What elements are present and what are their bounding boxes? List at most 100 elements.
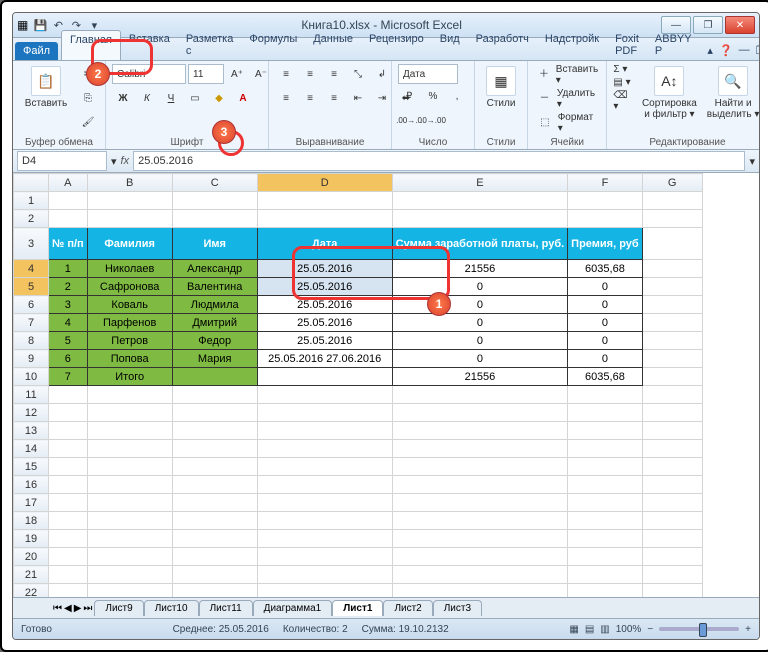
tab-формулы[interactable]: Формулы	[241, 30, 305, 60]
cell[interactable]: Сумма заработной платы, руб.	[392, 228, 568, 260]
increase-decimal-button[interactable]: .00→.0	[398, 110, 420, 132]
fx-icon[interactable]: fx	[121, 155, 130, 167]
align-top-button[interactable]: ≡	[275, 64, 297, 86]
cell[interactable]	[87, 458, 172, 476]
align-center-button[interactable]: ≡	[299, 88, 321, 110]
sheet-tab-Диаграмма1[interactable]: Диаграмма1	[253, 600, 333, 616]
format-cells-button[interactable]: Формат ▾	[558, 112, 601, 134]
col-header-D[interactable]: D	[257, 174, 392, 192]
col-header-G[interactable]: G	[642, 174, 702, 192]
cell[interactable]	[568, 584, 643, 598]
cell[interactable]: 6035,68	[568, 260, 643, 278]
cell[interactable]: Дата	[257, 228, 392, 260]
cell[interactable]	[49, 584, 88, 598]
cell[interactable]: Александр	[172, 260, 257, 278]
font-name-combo[interactable]: Calibri	[112, 64, 186, 84]
select-all-corner[interactable]	[14, 174, 49, 192]
cell[interactable]	[568, 566, 643, 584]
fill-color-button[interactable]: ◆	[208, 88, 230, 110]
cell[interactable]	[392, 512, 568, 530]
row-header-2[interactable]: 2	[14, 210, 49, 228]
align-left-button[interactable]: ≡	[275, 88, 297, 110]
cell[interactable]	[392, 386, 568, 404]
cell[interactable]	[568, 422, 643, 440]
cell[interactable]	[87, 210, 172, 228]
cell[interactable]	[87, 476, 172, 494]
cell[interactable]	[172, 584, 257, 598]
cell[interactable]	[87, 584, 172, 598]
row-header-5[interactable]: 5	[14, 278, 49, 296]
ribbon-help[interactable]: ▴ ❓ — ❐ ✕	[699, 41, 760, 60]
row-header-12[interactable]: 12	[14, 404, 49, 422]
cell[interactable]	[568, 210, 643, 228]
align-right-button[interactable]: ≡	[323, 88, 345, 110]
font-color-button[interactable]: A	[232, 88, 254, 110]
cell[interactable]	[172, 192, 257, 210]
percent-button[interactable]: %	[422, 86, 444, 108]
cell[interactable]	[49, 494, 88, 512]
tab-file[interactable]: Файл	[15, 42, 58, 60]
cell[interactable]	[642, 228, 702, 260]
cell[interactable]: Коваль	[87, 296, 172, 314]
cell[interactable]: 0	[392, 314, 568, 332]
cell[interactable]	[568, 440, 643, 458]
cell[interactable]: № п/п	[49, 228, 88, 260]
cell[interactable]	[392, 404, 568, 422]
namebox-dropdown-icon[interactable]: ▾	[111, 155, 117, 168]
cell[interactable]	[49, 422, 88, 440]
cell[interactable]	[642, 210, 702, 228]
row-header-7[interactable]: 7	[14, 314, 49, 332]
delete-cells-button[interactable]: Удалить ▾	[557, 88, 600, 110]
cell[interactable]	[87, 440, 172, 458]
row-header-8[interactable]: 8	[14, 332, 49, 350]
cell[interactable]	[392, 566, 568, 584]
view-layout-icon[interactable]: ▤	[585, 624, 594, 635]
cell[interactable]: 0	[392, 332, 568, 350]
cell[interactable]: 2	[49, 278, 88, 296]
cell[interactable]	[642, 332, 702, 350]
sheet-tab-Лист3[interactable]: Лист3	[433, 600, 482, 616]
comma-button[interactable]: ,	[446, 86, 468, 108]
cell[interactable]: 0	[568, 314, 643, 332]
orientation-button[interactable]: ⤡	[347, 64, 369, 86]
name-box[interactable]: D4	[17, 151, 107, 171]
cell[interactable]	[642, 350, 702, 368]
cell[interactable]	[87, 422, 172, 440]
tab-вставка[interactable]: Вставка	[121, 30, 178, 60]
increase-indent-button[interactable]: ⇥	[371, 88, 393, 110]
row-header-3[interactable]: 3	[14, 228, 49, 260]
cell[interactable]	[49, 512, 88, 530]
cell[interactable]	[568, 512, 643, 530]
insert-cells-button[interactable]: Вставить ▾	[556, 64, 601, 86]
font-size-combo[interactable]: 11	[188, 64, 224, 84]
number-format-combo[interactable]: Дата	[398, 64, 458, 84]
cell[interactable]	[49, 530, 88, 548]
cell[interactable]: 25.05.2016	[257, 296, 392, 314]
cell[interactable]	[87, 494, 172, 512]
cell[interactable]: 6035,68	[568, 368, 643, 386]
tab-foxit pdf[interactable]: Foxit PDF	[607, 30, 647, 60]
cell[interactable]	[392, 548, 568, 566]
cell[interactable]	[49, 458, 88, 476]
cell[interactable]: 5	[49, 332, 88, 350]
cell[interactable]	[172, 368, 257, 386]
cell[interactable]	[49, 440, 88, 458]
wrap-text-button[interactable]: ↲	[371, 64, 393, 86]
cell[interactable]	[172, 548, 257, 566]
row-header-22[interactable]: 22	[14, 584, 49, 598]
cell[interactable]	[392, 584, 568, 598]
row-header-14[interactable]: 14	[14, 440, 49, 458]
cell[interactable]: Итого	[87, 368, 172, 386]
cell[interactable]	[642, 260, 702, 278]
cell[interactable]: Имя	[172, 228, 257, 260]
row-header-16[interactable]: 16	[14, 476, 49, 494]
close-button[interactable]: ✕	[725, 16, 755, 34]
qat-save-icon[interactable]: 💾	[32, 17, 48, 33]
styles-button[interactable]: ▦Стили	[481, 64, 521, 111]
doc-max-icon[interactable]: ❐	[756, 44, 760, 57]
cell[interactable]: Парфенов	[87, 314, 172, 332]
cell[interactable]: 4	[49, 314, 88, 332]
cell[interactable]	[257, 512, 392, 530]
cell[interactable]: 25.05.2016	[257, 278, 392, 296]
cell[interactable]	[87, 530, 172, 548]
